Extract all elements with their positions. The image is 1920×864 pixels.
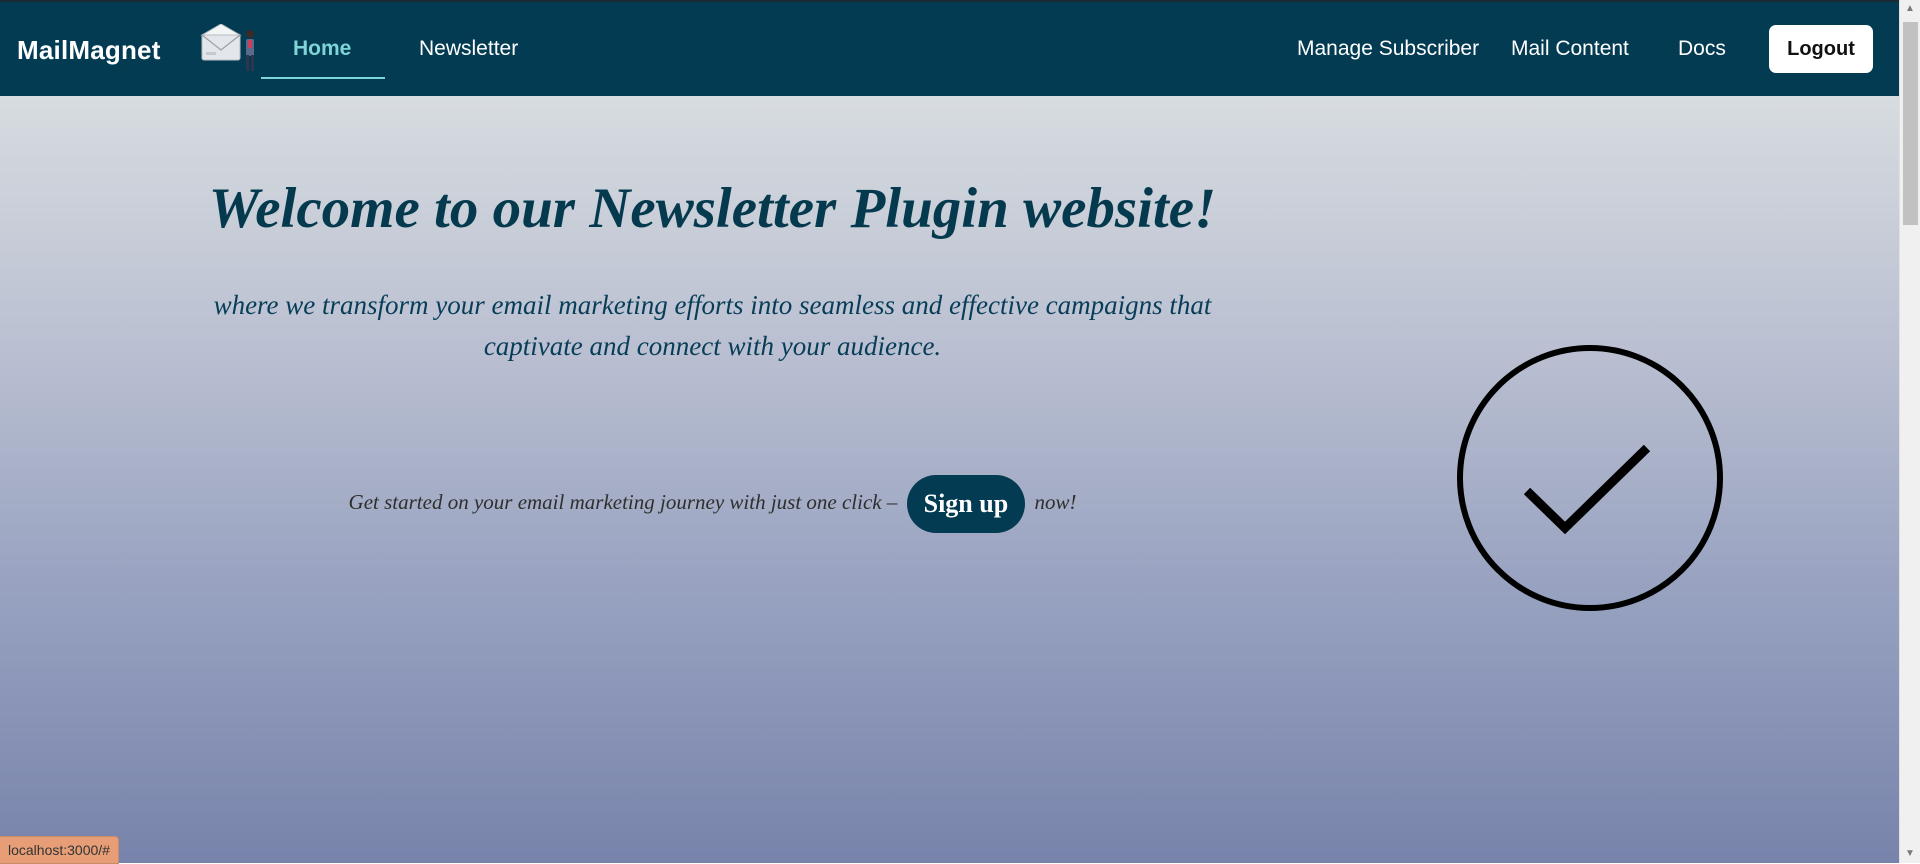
top-navbar: MailMagnet Home Newsletter Manage Subscr… — [0, 0, 1899, 96]
nav-mail-content-link[interactable]: Mail Content — [1511, 37, 1629, 61]
nav-docs-link[interactable]: Docs — [1678, 37, 1726, 61]
cta-prefix-text: Get started on your email marketing jour… — [348, 490, 898, 514]
vertical-scrollbar[interactable]: ▲ ▼ — [1899, 0, 1920, 863]
status-bar-url: localhost:3000/# — [0, 836, 119, 864]
scrollbar-thumb[interactable] — [1903, 22, 1918, 225]
logout-button[interactable]: Logout — [1769, 25, 1873, 73]
brand-name[interactable]: MailMagnet — [17, 35, 161, 66]
hero-subtitle: where we transform your email marketing … — [213, 290, 1212, 361]
cta-suffix-text: now! — [1034, 490, 1077, 514]
check-circle-icon — [1455, 344, 1725, 612]
cta-line: Get started on your email marketing jour… — [250, 473, 1175, 534]
nav-manage-subscriber-link[interactable]: Manage Subscriber — [1297, 37, 1479, 61]
scroll-down-arrow-icon[interactable]: ▼ — [1900, 845, 1920, 863]
hero-title: Welcome to our Newsletter Plugin website… — [208, 177, 1217, 240]
sign-up-button[interactable]: Sign up — [906, 475, 1026, 534]
nav-home-link[interactable]: Home — [293, 37, 351, 61]
scroll-up-arrow-icon[interactable]: ▲ — [1900, 0, 1920, 18]
nav-newsletter-link[interactable]: Newsletter — [419, 37, 518, 61]
envelope-person-icon — [200, 23, 260, 74]
active-tab-underline — [261, 77, 385, 79]
